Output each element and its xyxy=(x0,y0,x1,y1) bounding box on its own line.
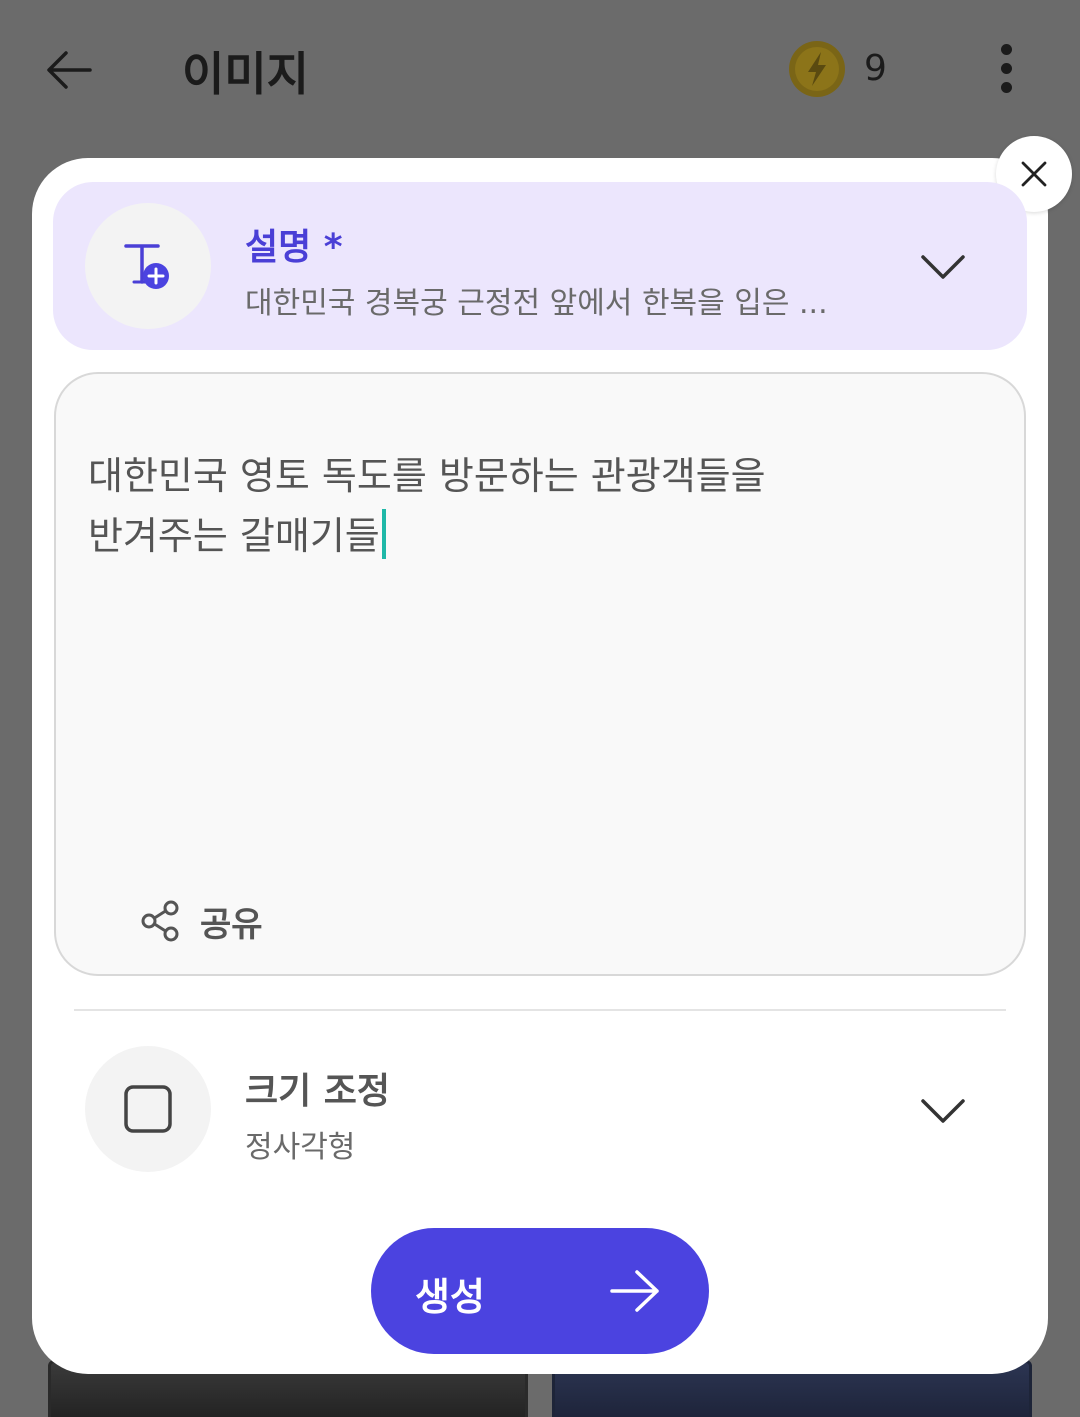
description-summary: 대한민국 경복궁 근정전 앞에서 한복을 입은 ... xyxy=(245,286,828,321)
divider xyxy=(74,1009,1006,1011)
text-cursor xyxy=(381,509,386,559)
more-options-button[interactable] xyxy=(986,44,1026,94)
generate-button[interactable]: 생성 xyxy=(371,1228,709,1354)
lightning-coin-icon[interactable] xyxy=(788,40,846,98)
description-section[interactable]: 설명 * 대한민국 경복궁 근정전 앞에서 한복을 입은 ... xyxy=(53,182,1027,350)
chevron-down-icon[interactable] xyxy=(919,1096,967,1126)
share-label: 공유 xyxy=(200,904,263,945)
description-title: 설명 * xyxy=(245,227,343,268)
arrow-left-icon xyxy=(47,51,92,89)
share-button[interactable]: 공유 xyxy=(140,896,263,946)
share-icon xyxy=(141,900,179,942)
prompt-text: 대한민국 영토 독도를 방문하는 관광객들을 반겨주는 갈매기들 xyxy=(88,446,988,566)
square-icon xyxy=(124,1085,172,1133)
generate-label: 생성 xyxy=(415,1275,485,1319)
text-add-icon-container xyxy=(85,203,211,329)
page-title: 이미지 xyxy=(182,47,309,101)
chevron-down-icon[interactable] xyxy=(919,252,967,282)
text-add-icon xyxy=(124,244,169,289)
resize-value: 정사각형 xyxy=(245,1130,356,1165)
close-icon xyxy=(1021,161,1047,187)
arrow-right-icon xyxy=(610,1270,659,1312)
prompt-line-wrap: 반겨주는 갈매기들 xyxy=(88,506,988,566)
back-button[interactable] xyxy=(40,40,100,100)
resize-section[interactable]: 크기 조정 정사각형 xyxy=(53,1030,1027,1190)
resize-title: 크기 조정 xyxy=(245,1071,391,1112)
coin-count: 9 xyxy=(864,48,887,89)
prompt-textarea[interactable]: 대한민국 영토 독도를 방문하는 관광객들을 반겨주는 갈매기들 공유 xyxy=(54,372,1026,976)
more-vertical-icon xyxy=(1000,44,1012,55)
prompt-line: 대한민국 영토 독도를 방문하는 관광객들을 xyxy=(88,454,766,498)
square-icon-container xyxy=(85,1046,211,1172)
app-bar: 이미지 9 xyxy=(0,0,1080,140)
prompt-line: 반겨주는 갈매기들 xyxy=(88,514,380,558)
